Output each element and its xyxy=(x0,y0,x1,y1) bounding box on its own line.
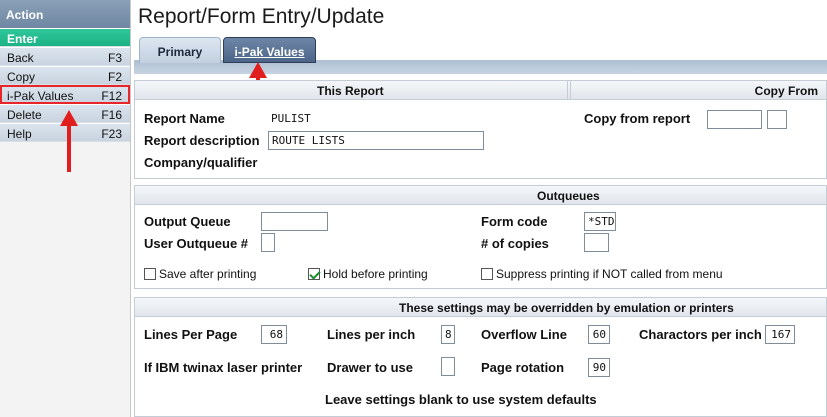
outqueues-heading: Outqueues xyxy=(537,189,600,203)
checkbox-box xyxy=(481,268,493,280)
outqueues-panel: Outqueues Output Queue User Outqueue # F… xyxy=(134,185,827,289)
drawer-input[interactable] xyxy=(441,357,455,376)
this-report-header: This Report Copy From xyxy=(135,81,826,100)
save-after-printing-checkbox[interactable]: Save after printing xyxy=(144,267,256,281)
characters-per-inch-label: Charactors per inch xyxy=(639,327,762,342)
lines-per-page-label: Lines Per Page xyxy=(144,327,238,342)
overflow-line-input[interactable]: 60 xyxy=(588,325,610,344)
sidebar-item-key: F2 xyxy=(107,70,122,84)
overflow-line-label: Overflow Line xyxy=(481,327,567,342)
copy-from-report-label: Copy from report xyxy=(584,111,691,126)
printer-settings-heading: These settings may be overridden by emul… xyxy=(399,301,734,315)
arrow-shaft xyxy=(67,124,71,172)
output-queue-label: Output Queue xyxy=(144,214,231,229)
copy-from-qualifier-input[interactable] xyxy=(767,110,787,129)
sidebar-item-key: F3 xyxy=(107,51,122,65)
page-rotation-label: Page rotation xyxy=(481,360,565,375)
report-name-label: Report Name xyxy=(144,111,225,126)
sidebar-item-label: Delete xyxy=(7,108,42,122)
report-description-label: Report description xyxy=(144,133,260,148)
copy-from-report-input[interactable] xyxy=(707,110,762,129)
page-title: Report/Form Entry/Update xyxy=(138,5,385,28)
sidebar-item-copy[interactable]: Copy F2 xyxy=(0,66,130,85)
tab-ipak-values[interactable]: i-Pak Values xyxy=(223,37,316,63)
ibm-twinax-label: If IBM twinax laser printer xyxy=(144,360,303,375)
copy-from-heading: Copy From xyxy=(754,84,818,98)
output-queue-input[interactable] xyxy=(261,212,328,231)
action-sidebar: Action Enter Back F3 Copy F2 i-Pak Value… xyxy=(0,0,131,417)
checkmark-icon xyxy=(308,268,320,280)
checkbox-label: Hold before printing xyxy=(323,267,428,281)
sidebar-item-label: Back xyxy=(7,51,34,65)
sidebar-item-label: Copy xyxy=(7,70,36,84)
outqueues-header: Outqueues xyxy=(135,186,826,205)
sidebar-item-enter[interactable]: Enter xyxy=(0,28,130,47)
suppress-printing-checkbox[interactable]: Suppress printing if NOT called from men… xyxy=(481,267,723,281)
sidebar-item-key: F23 xyxy=(101,127,122,141)
sidebar-item-label: Enter xyxy=(7,32,38,46)
checkbox-label: Save after printing xyxy=(159,267,257,281)
user-outqueue-label: User Outqueue # xyxy=(144,236,249,251)
lines-per-page-input[interactable]: 68 xyxy=(261,325,287,344)
printer-settings-header: These settings may be overridden by emul… xyxy=(135,298,826,317)
form-code-input[interactable]: *STD xyxy=(584,212,616,231)
form-code-label: Form code xyxy=(481,214,548,229)
company-qualifier-label: Company/qualifier xyxy=(144,155,258,170)
copies-label: # of copies xyxy=(481,236,549,251)
page-rotation-input[interactable]: 90 xyxy=(588,358,610,377)
drawer-label: Drawer to use xyxy=(327,360,413,375)
this-report-heading: This Report xyxy=(317,84,384,98)
sidebar-item-label: i-Pak Values xyxy=(7,89,74,103)
this-report-panel: This Report Copy From Report Name PULIST… xyxy=(134,80,827,179)
printer-settings-panel: These settings may be overridden by emul… xyxy=(134,297,827,417)
sidebar-item-key: F12 xyxy=(101,89,122,103)
lines-per-inch-label: Lines per inch xyxy=(327,327,416,342)
header-divider xyxy=(567,81,571,99)
sidebar-item-label: Help xyxy=(7,127,32,141)
report-description-input[interactable]: ROUTE LISTS xyxy=(268,131,484,150)
sidebar-item-ipak-values[interactable]: i-Pak Values F12 xyxy=(0,85,130,104)
sidebar-item-back[interactable]: Back F3 xyxy=(0,47,130,66)
checkbox-label: Suppress printing if NOT called from men… xyxy=(496,267,723,281)
report-name-value: PULIST xyxy=(271,112,311,125)
sidebar-item-key: F16 xyxy=(101,108,122,122)
tab-primary[interactable]: Primary xyxy=(139,37,221,63)
checkbox-box xyxy=(144,268,156,280)
annotation-arrow-sidebar xyxy=(60,110,78,172)
hold-before-printing-checkbox[interactable]: Hold before printing xyxy=(308,267,428,281)
user-outqueue-input[interactable] xyxy=(261,233,275,252)
copies-input[interactable] xyxy=(584,233,609,252)
sidebar-header: Action xyxy=(0,0,130,28)
characters-per-inch-input[interactable]: 167 xyxy=(765,325,795,344)
lines-per-inch-input[interactable]: 8 xyxy=(441,325,455,344)
settings-footer-note: Leave settings blank to use system defau… xyxy=(325,392,597,407)
